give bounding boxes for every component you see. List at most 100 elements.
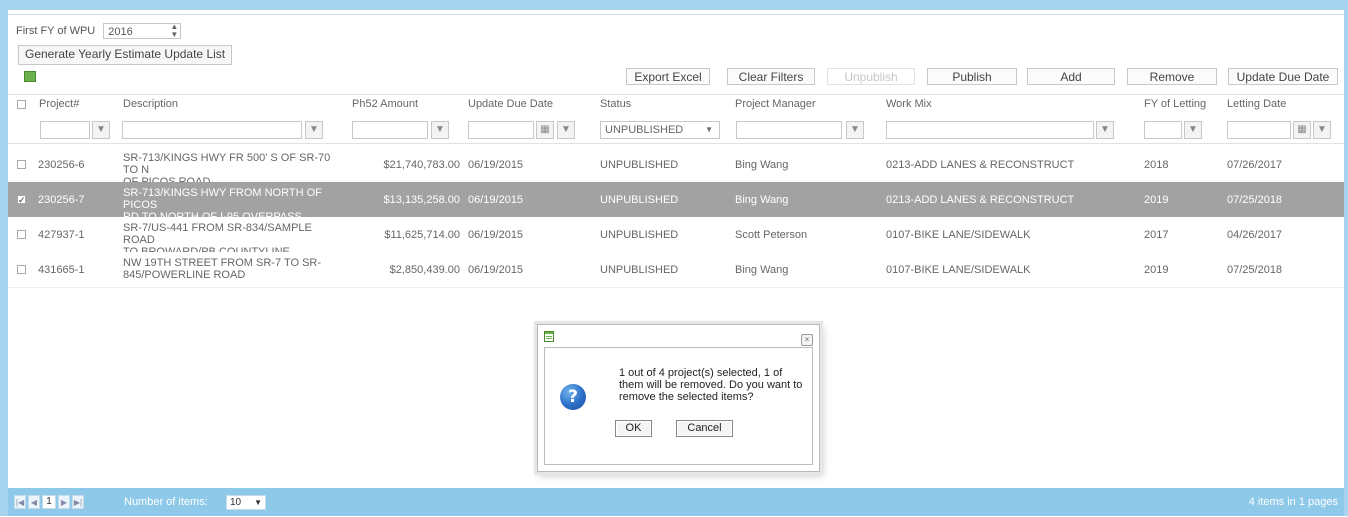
status-filter-select[interactable]: UNPUBLISHED ▼ xyxy=(600,121,720,139)
amount: $21,740,783.00 xyxy=(383,159,460,171)
filter-icon[interactable]: ▼ xyxy=(557,121,575,139)
due-date: 06/19/2015 xyxy=(468,264,524,276)
letting-date-filter-input[interactable] xyxy=(1227,121,1291,139)
last-page-icon[interactable]: ▶| xyxy=(72,495,84,509)
pager-bar: |◀ ◀ 1 ▶ ▶| Number of items: 10 ▼ 4 item… xyxy=(8,488,1344,516)
filter-icon[interactable]: ▼ xyxy=(846,121,864,139)
close-icon[interactable]: × xyxy=(801,334,813,346)
project-filter-input[interactable] xyxy=(40,121,90,139)
work-mix: 0213-ADD LANES & RECONSTRUCT xyxy=(886,194,1075,206)
filter-icon[interactable]: ▼ xyxy=(1313,121,1331,139)
export-grid-icon[interactable] xyxy=(24,71,36,82)
filter-icon[interactable]: ▼ xyxy=(1096,121,1114,139)
row-checkbox[interactable] xyxy=(17,160,26,169)
due-date-filter-input[interactable] xyxy=(468,121,534,139)
page-size-value: 10 xyxy=(230,497,242,508)
fy-letting: 2017 xyxy=(1144,229,1169,241)
filter-icon[interactable]: ▼ xyxy=(431,121,449,139)
col-description[interactable]: Description xyxy=(123,98,178,110)
row-checkbox[interactable] xyxy=(17,230,26,239)
publish-button[interactable]: Publish xyxy=(927,68,1017,85)
chevron-down-icon: ▼ xyxy=(254,498,262,507)
fy-letting: 2018 xyxy=(1144,159,1169,171)
letting-date: 07/26/2017 xyxy=(1227,159,1283,171)
wpu-year-row: First FY of WPU 2016 ▲ ▼ xyxy=(16,22,182,40)
project-number: 427937-1 xyxy=(38,229,85,241)
status: UNPUBLISHED xyxy=(600,264,679,276)
filter-icon[interactable]: ▼ xyxy=(305,121,323,139)
amount: $13,135,258.00 xyxy=(383,194,460,206)
col-letting-date[interactable]: Letting Date xyxy=(1227,98,1286,110)
project-number: 230256-6 xyxy=(38,159,85,171)
remove-button[interactable]: Remove xyxy=(1127,68,1217,85)
wpu-year-label: First FY of WPU xyxy=(16,25,96,37)
due-date: 06/19/2015 xyxy=(468,159,524,171)
add-button[interactable]: Add xyxy=(1027,68,1115,85)
work-mix: 0107-BIKE LANE/SIDEWALK xyxy=(886,229,1031,241)
project-number: 431665-1 xyxy=(38,264,85,276)
work-mix-filter-input[interactable] xyxy=(886,121,1094,139)
prev-page-icon[interactable]: ◀ xyxy=(28,495,40,509)
letting-date: 07/25/2018 xyxy=(1227,194,1283,206)
chevron-down-icon: ▼ xyxy=(705,125,713,134)
status-filter-value: UNPUBLISHED xyxy=(605,124,684,136)
filter-row: ▼ ▼ ▼ ▦ ▼ UNPUBLISHED ▼ ▼ ▼ ▼ ▦ ▼ xyxy=(8,115,1344,144)
table-row[interactable]: 427937-1 SR-7/US-441 FROM SR-834/SAMPLE … xyxy=(8,217,1344,258)
left-border xyxy=(0,10,8,516)
clear-filters-button[interactable]: Clear Filters xyxy=(727,68,815,85)
filter-icon[interactable]: ▼ xyxy=(92,121,110,139)
fy-letting: 2019 xyxy=(1144,264,1169,276)
ok-button[interactable]: OK xyxy=(615,420,652,437)
items-per-page-label: Number of items: xyxy=(124,496,208,508)
confirm-remove-dialog: × ? 1 out of 4 project(s) selected, 1 of… xyxy=(537,324,820,472)
calendar-icon[interactable]: ▦ xyxy=(536,121,554,139)
spinner-arrows-icon[interactable]: ▲ ▼ xyxy=(170,23,178,39)
letting-date: 07/25/2018 xyxy=(1227,264,1283,276)
table-row[interactable]: 431665-1 NW 19TH STREET FROM SR-7 TO SR-… xyxy=(8,252,1344,288)
items-info: 4 items in 1 pages xyxy=(1248,496,1338,508)
col-due-date[interactable]: Update Due Date xyxy=(468,98,553,110)
page-size-select[interactable]: 10 ▼ xyxy=(226,495,266,510)
description: NW 19TH STREET FROM SR-7 TO SR- 845/POWER… xyxy=(123,257,322,281)
grid-header: Project# Description Ph52 Amount Update … xyxy=(8,94,1344,116)
filter-icon[interactable]: ▼ xyxy=(1184,121,1202,139)
question-icon: ? xyxy=(560,384,586,410)
table-row[interactable]: ✓ 230256-7 SR-713/KINGS HWY FROM NORTH O… xyxy=(8,182,1344,223)
generate-list-button[interactable]: Generate Yearly Estimate Update List xyxy=(18,45,233,65)
manager-filter-input[interactable] xyxy=(736,121,842,139)
wpu-year-value: 2016 xyxy=(108,26,133,38)
current-page[interactable]: 1 xyxy=(42,495,56,509)
col-amount[interactable]: Ph52 Amount xyxy=(352,98,418,110)
status: UNPUBLISHED xyxy=(600,194,679,206)
unpublish-button[interactable]: Unpublish xyxy=(827,68,915,85)
dialog-body: ? 1 out of 4 project(s) selected, 1 of t… xyxy=(544,347,813,465)
amount: $11,625,714.00 xyxy=(384,229,460,241)
col-status[interactable]: Status xyxy=(600,98,631,110)
amount-filter-input[interactable] xyxy=(352,121,428,139)
amount: $2,850,439.00 xyxy=(389,264,460,276)
col-fy-letting[interactable]: FY of Letting xyxy=(1144,98,1206,110)
due-date: 06/19/2015 xyxy=(468,229,524,241)
col-work-mix[interactable]: Work Mix xyxy=(886,98,932,110)
fy-letting: 2019 xyxy=(1144,194,1169,206)
cancel-button[interactable]: Cancel xyxy=(676,420,733,437)
update-due-date-button[interactable]: Update Due Date xyxy=(1228,68,1338,85)
right-border xyxy=(1344,10,1348,516)
description-filter-input[interactable] xyxy=(122,121,302,139)
project-number: 230256-7 xyxy=(38,194,85,206)
first-page-icon[interactable]: |◀ xyxy=(14,495,26,509)
col-manager[interactable]: Project Manager xyxy=(735,98,816,110)
manager: Bing Wang xyxy=(735,264,789,276)
wpu-year-input[interactable]: 2016 ▲ ▼ xyxy=(103,23,182,39)
export-excel-button[interactable]: Export Excel xyxy=(626,68,710,85)
next-page-icon[interactable]: ▶ xyxy=(58,495,70,509)
table-row[interactable]: 230256-6 SR-713/KINGS HWY FR 500' S OF S… xyxy=(8,147,1344,188)
row-checkbox[interactable]: ✓ xyxy=(17,195,26,205)
status: UNPUBLISHED xyxy=(600,229,679,241)
col-project[interactable]: Project# xyxy=(39,98,79,110)
select-all-checkbox[interactable] xyxy=(17,100,26,109)
manager: Scott Peterson xyxy=(735,229,808,241)
calendar-icon[interactable]: ▦ xyxy=(1293,121,1311,139)
fy-filter-input[interactable] xyxy=(1144,121,1182,139)
row-checkbox[interactable] xyxy=(17,265,26,274)
